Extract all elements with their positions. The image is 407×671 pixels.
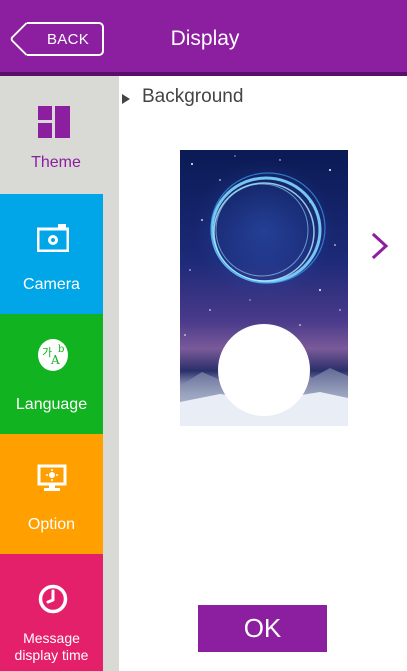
next-chevron-icon[interactable]	[366, 232, 394, 260]
svg-text:A: A	[50, 353, 60, 367]
starfield-image	[180, 155, 348, 426]
tab-message-label-line2: display time	[14, 647, 89, 663]
option-icon	[37, 464, 67, 491]
section-title: Background	[142, 86, 244, 107]
back-button-label: BACK	[47, 31, 90, 48]
tab-message-label-line1: Message	[23, 630, 80, 646]
back-arrow-icon	[9, 22, 43, 56]
svg-text:b: b	[58, 344, 64, 355]
tab-language[interactable]: 가 A b Language	[0, 314, 103, 434]
tab-theme[interactable]: Theme	[0, 76, 119, 194]
tab-language-label: Language	[15, 396, 88, 413]
sidebar: Theme Camera 가 A b Language Option Messa…	[0, 76, 119, 671]
header-bar: BACK Display	[0, 0, 407, 76]
tab-message-display-time[interactable]: Message display time	[0, 554, 103, 671]
tab-camera-label: Camera	[23, 276, 80, 293]
tab-theme-label: Theme	[31, 154, 81, 171]
tab-option[interactable]: Option	[0, 434, 103, 554]
clock-icon	[38, 584, 68, 614]
ok-button[interactable]: OK	[198, 605, 327, 652]
background-preview[interactable]	[180, 150, 348, 426]
language-icon: 가 A b	[38, 339, 68, 371]
camera-icon	[37, 224, 69, 252]
theme-icon	[38, 106, 70, 138]
section-expand-icon	[122, 94, 130, 104]
back-button[interactable]: BACK	[9, 22, 104, 56]
page-title: Display	[170, 27, 240, 50]
tab-camera[interactable]: Camera	[0, 194, 103, 314]
tab-option-label: Option	[27, 516, 76, 533]
